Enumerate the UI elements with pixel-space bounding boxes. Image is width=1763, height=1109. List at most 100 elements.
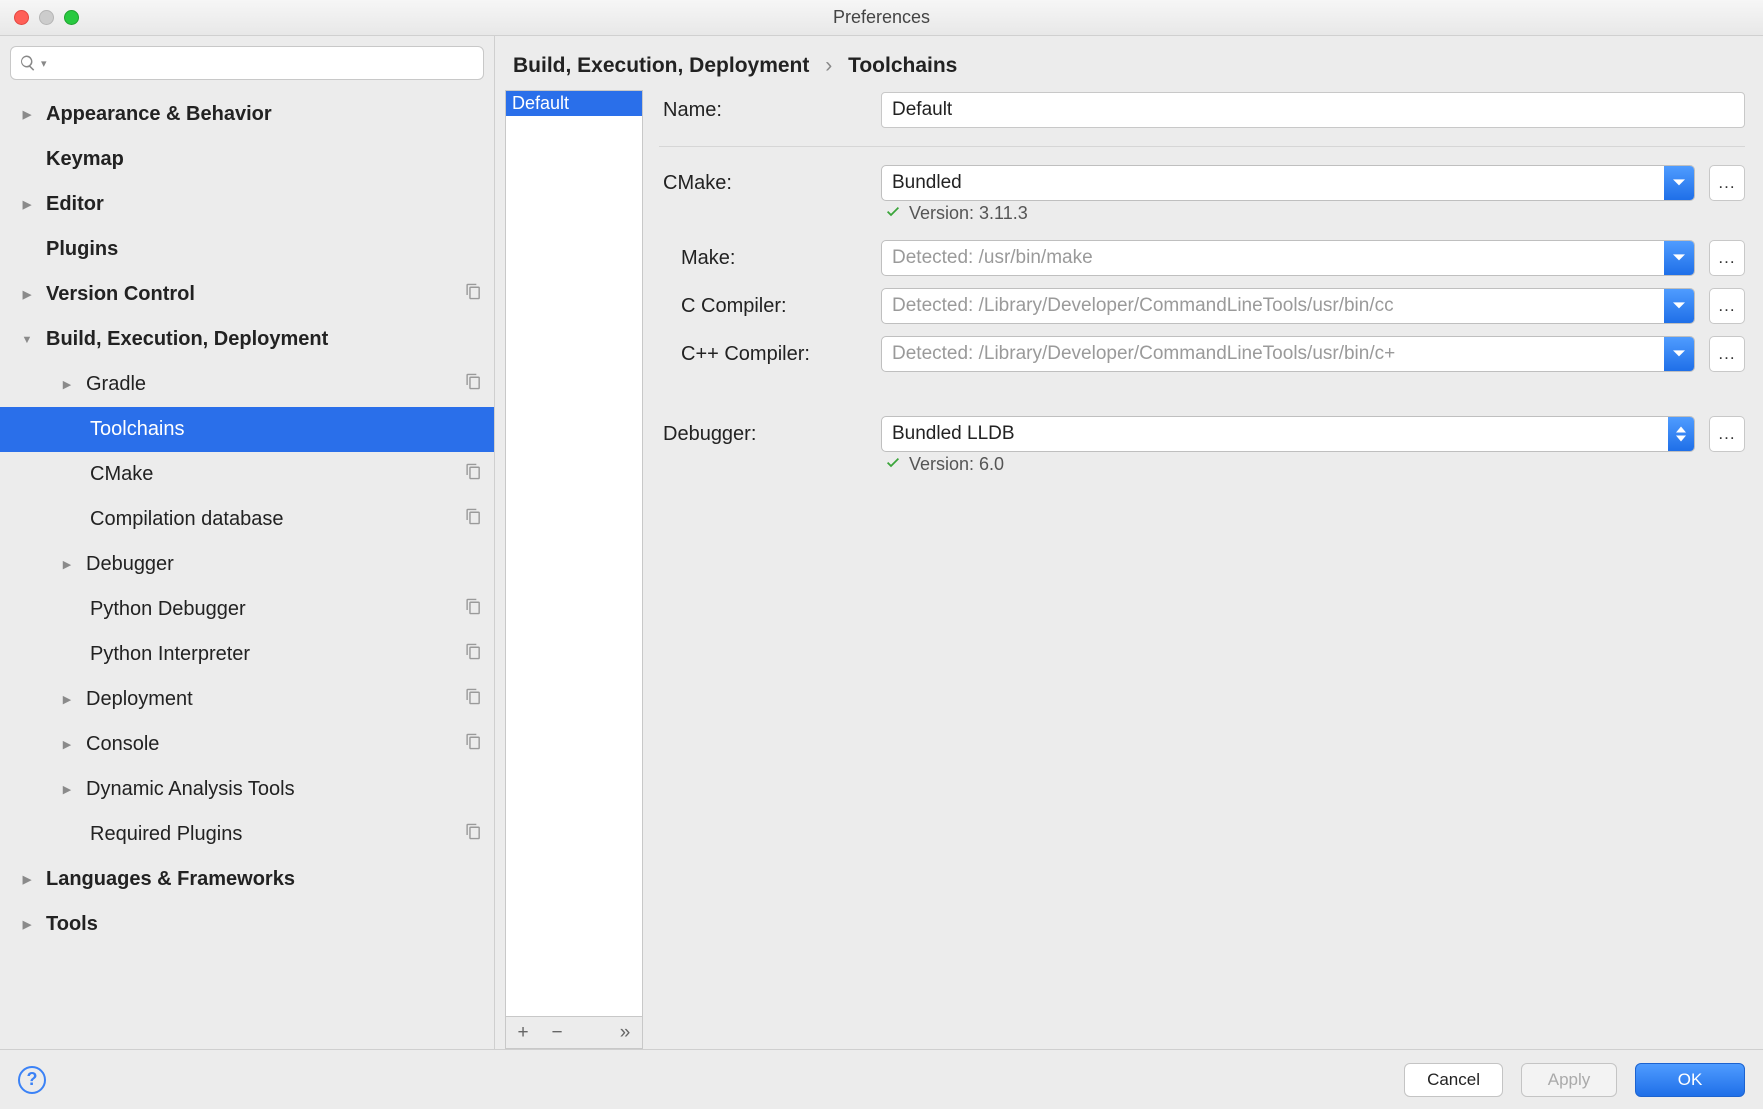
tree-item[interactable]: ▶Deployment [0, 677, 494, 722]
breadcrumb-parent[interactable]: Build, Execution, Deployment [513, 54, 809, 77]
tree-item-label: Console [86, 733, 465, 756]
check-icon [885, 454, 901, 475]
tree-item-label: Editor [46, 193, 482, 216]
search-input[interactable]: ▾ [10, 46, 484, 80]
debugger-select[interactable]: Bundled LLDB [881, 416, 1695, 452]
preferences-sidebar: ▾ ▶ Appearance & Behavior Keymap ▶ Editor Plu… [0, 36, 495, 1049]
cpp-compiler-browse-button[interactable]: ... [1709, 336, 1745, 372]
cmake-status: Version: 3.11.3 [659, 203, 1745, 224]
tree-item[interactable]: Toolchains [0, 407, 494, 452]
tree-item[interactable]: ▶ Appearance & Behavior [0, 92, 494, 137]
chevron-right-icon[interactable]: ▶ [58, 738, 76, 751]
tree-item[interactable]: ▶ Dynamic Analysis Tools [0, 767, 494, 812]
toolchain-list-toolbar: + − » [505, 1017, 643, 1049]
tree-item[interactable]: Compilation database [0, 497, 494, 542]
chevron-right-icon[interactable]: ▶ [58, 783, 76, 796]
tree-item[interactable]: Python Interpreter [0, 632, 494, 677]
search-dropdown-icon: ▾ [41, 57, 47, 70]
cmake-browse-button[interactable]: ... [1709, 165, 1745, 201]
debugger-status: Version: 6.0 [659, 454, 1745, 475]
cpp-compiler-combo[interactable]: Detected: /Library/Developer/CommandLine… [881, 336, 1695, 372]
copy-settings-icon [465, 283, 482, 306]
chevron-right-icon[interactable]: ▶ [18, 108, 36, 121]
breadcrumb: Build, Execution, Deployment › Toolchain… [495, 36, 1763, 90]
tree-item-label: Python Interpreter [90, 643, 465, 666]
chevron-down-icon [1664, 241, 1694, 275]
tree-item-label: CMake [90, 463, 465, 486]
toolchain-list-item[interactable]: Default [506, 91, 642, 116]
cmake-label: CMake: [659, 172, 867, 195]
chevron-right-icon[interactable]: ▶ [18, 918, 36, 931]
more-actions-button[interactable]: » [608, 1017, 642, 1048]
chevron-down-icon [1664, 337, 1694, 371]
chevron-right-icon[interactable]: ▶ [58, 558, 76, 571]
window-title: Preferences [0, 7, 1763, 28]
cpp-compiler-label: C++ Compiler: [659, 343, 867, 366]
tree-item-label: Toolchains [90, 418, 482, 441]
c-compiler-label: C Compiler: [659, 295, 867, 318]
tree-item-label: Compilation database [90, 508, 465, 531]
stepper-icon [1668, 417, 1694, 451]
chevron-right-icon[interactable]: ▶ [58, 378, 76, 391]
cancel-button[interactable]: Cancel [1404, 1063, 1503, 1097]
tree-item-label: Dynamic Analysis Tools [86, 778, 482, 801]
copy-settings-icon [465, 688, 482, 711]
toolchain-list-panel: Default + − » [505, 90, 643, 1049]
tree-item[interactable]: ▶ Version Control [0, 272, 494, 317]
make-label: Make: [659, 247, 867, 270]
copy-settings-icon [465, 508, 482, 531]
copy-settings-icon [465, 373, 482, 396]
make-combo[interactable]: Detected: /usr/bin/make [881, 240, 1695, 276]
tree-item-label: Tools [46, 913, 482, 936]
titlebar: Preferences [0, 0, 1763, 36]
tree-item-label: Required Plugins [90, 823, 465, 846]
add-toolchain-button[interactable]: + [506, 1017, 540, 1048]
remove-toolchain-button[interactable]: − [540, 1017, 574, 1048]
main-panel: Build, Execution, Deployment › Toolchain… [495, 36, 1763, 1049]
tree-item-label: Keymap [46, 148, 482, 171]
breadcrumb-current: Toolchains [848, 54, 957, 77]
settings-tree[interactable]: ▶ Appearance & Behavior Keymap ▶ Editor Plugi… [0, 88, 494, 1049]
copy-settings-icon [465, 823, 482, 846]
c-compiler-combo[interactable]: Detected: /Library/Developer/CommandLine… [881, 288, 1695, 324]
tree-item[interactable]: ▶ Gradle [0, 362, 494, 407]
tree-item-label: Debugger [86, 553, 482, 576]
make-browse-button[interactable]: ... [1709, 240, 1745, 276]
chevron-down-icon [1664, 166, 1694, 200]
chevron-down-icon[interactable]: ▼ [18, 334, 36, 346]
copy-settings-icon [465, 643, 482, 666]
name-field[interactable]: Default [881, 92, 1745, 128]
copy-settings-icon [465, 463, 482, 486]
tree-item[interactable]: ▶ Console [0, 722, 494, 767]
divider [659, 146, 1745, 147]
tree-item[interactable]: ▶ Tools [0, 902, 494, 947]
tree-item[interactable]: Python Debugger [0, 587, 494, 632]
cmake-combo[interactable]: Bundled [881, 165, 1695, 201]
breadcrumb-separator: › [825, 54, 832, 77]
tree-item[interactable]: ▶Languages & Frameworks [0, 857, 494, 902]
c-compiler-browse-button[interactable]: ... [1709, 288, 1745, 324]
tree-item[interactable]: ▶ Debugger [0, 542, 494, 587]
toolchain-form: Name: Default CMake: Bundled ... Version… [659, 90, 1745, 1049]
debugger-browse-button[interactable]: ... [1709, 416, 1745, 452]
tree-item-label: Version Control [46, 283, 465, 306]
tree-item-label: Plugins [46, 238, 482, 261]
tree-item-label: Appearance & Behavior [46, 103, 482, 126]
tree-item[interactable]: Plugins [0, 227, 494, 272]
debugger-label: Debugger: [659, 423, 867, 446]
tree-item-label: Gradle [86, 373, 465, 396]
ok-button[interactable]: OK [1635, 1063, 1745, 1097]
chevron-right-icon[interactable]: ▶ [58, 693, 76, 706]
tree-item[interactable]: ▼Build, Execution, Deployment [0, 317, 494, 362]
tree-item[interactable]: Required Plugins [0, 812, 494, 857]
tree-item[interactable]: CMake [0, 452, 494, 497]
chevron-right-icon[interactable]: ▶ [18, 873, 36, 886]
search-icon [19, 54, 37, 72]
chevron-right-icon[interactable]: ▶ [18, 288, 36, 301]
tree-item[interactable]: Keymap [0, 137, 494, 182]
chevron-right-icon[interactable]: ▶ [18, 198, 36, 211]
help-button[interactable]: ? [18, 1066, 46, 1094]
tree-item-label: Python Debugger [90, 598, 465, 621]
toolchain-list[interactable]: Default [505, 90, 643, 1017]
tree-item[interactable]: ▶ Editor [0, 182, 494, 227]
